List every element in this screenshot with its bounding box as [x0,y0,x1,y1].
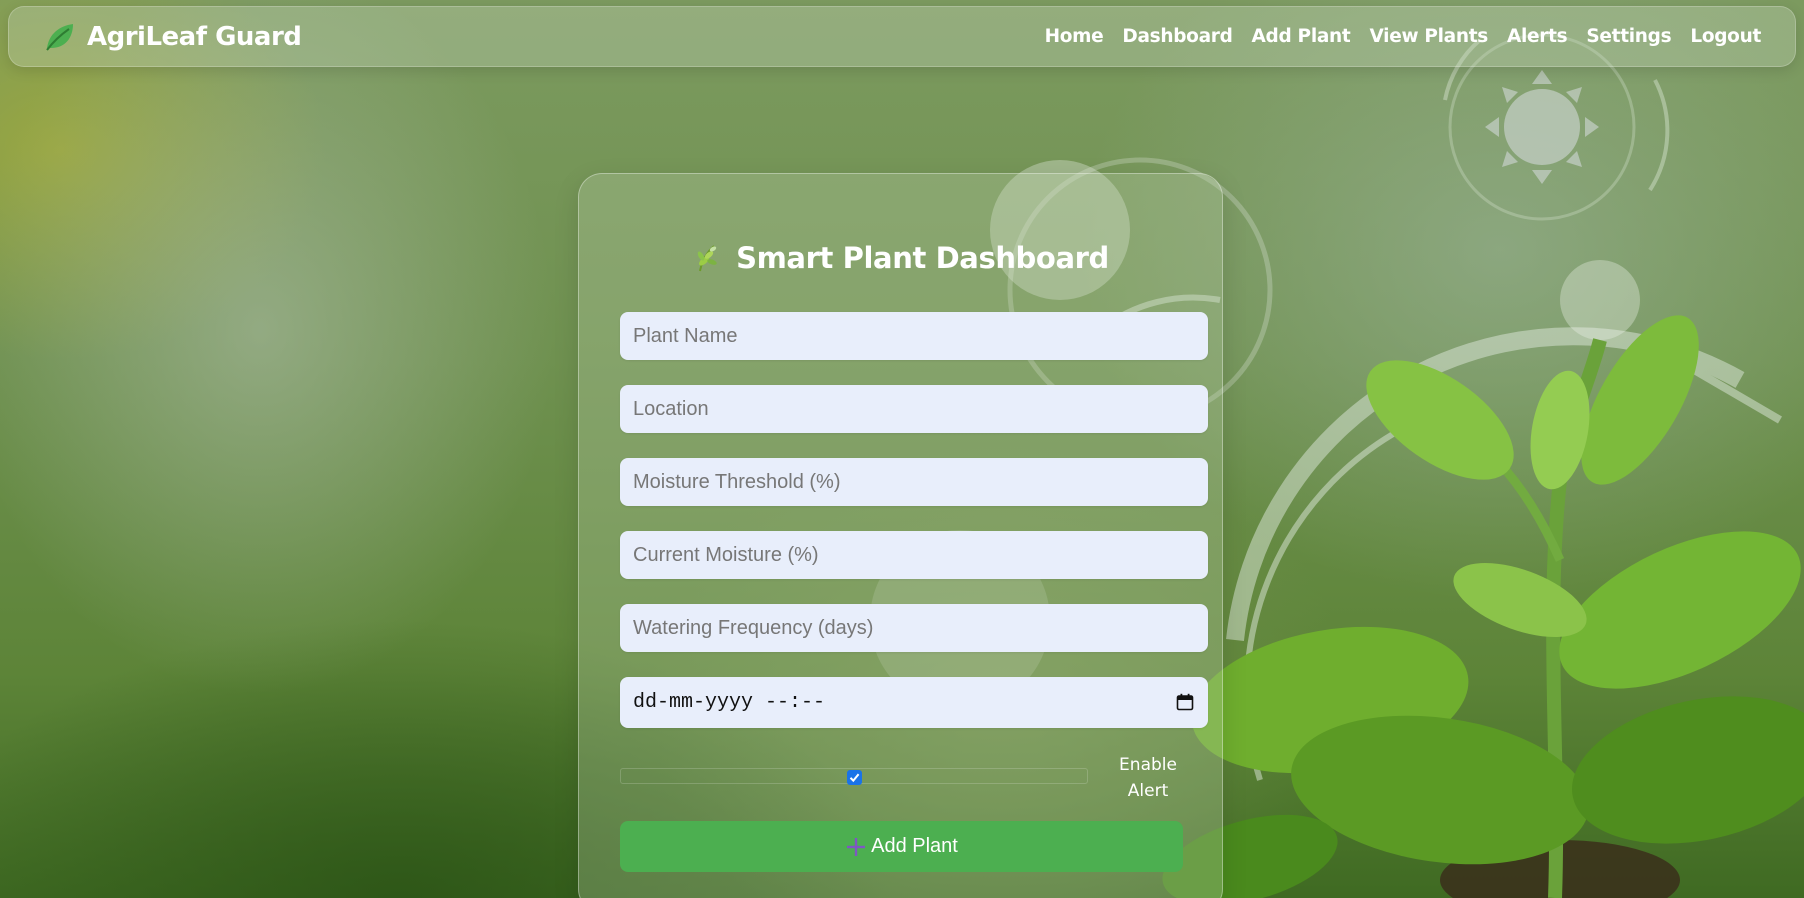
nav-link-home[interactable]: Home [1045,26,1104,47]
add-plant-form-card: Smart Plant Dashboard dd-mm-yyyy --:-- E… [578,173,1223,898]
brand-name: AgriLeaf Guard [87,21,302,52]
watering-frequency-input[interactable] [620,604,1208,652]
add-plant-button[interactable]: Add Plant [620,821,1183,872]
enable-alert-label-line2: Alert [1127,781,1169,801]
leaf-icon [43,20,77,54]
nav-link-add-plant[interactable]: Add Plant [1252,26,1351,47]
enable-alert-label: Enable Alert [1101,752,1195,804]
nav-links: Home Dashboard Add Plant View Plants Ale… [1026,26,1762,47]
nav-link-settings[interactable]: Settings [1586,26,1671,47]
herb-icon [692,243,722,273]
top-navbar: AgriLeaf Guard Home Dashboard Add Plant … [8,6,1796,67]
enable-alert-row [620,768,1088,785]
nav-link-alerts[interactable]: Alerts [1507,26,1568,47]
form-title: Smart Plant Dashboard [579,241,1222,275]
checkmark-icon [849,773,860,783]
location-input[interactable] [620,385,1208,433]
calendar-icon[interactable] [1176,693,1194,711]
date-time-input[interactable]: dd-mm-yyyy --:-- [620,677,1208,728]
enable-alert-label-line1: Enable [1119,755,1177,775]
plant-name-input[interactable] [620,312,1208,360]
nav-link-logout[interactable]: Logout [1690,26,1761,47]
plus-icon [847,837,866,856]
moisture-threshold-input[interactable] [620,458,1208,506]
brand[interactable]: AgriLeaf Guard [43,20,302,54]
nav-link-view-plants[interactable]: View Plants [1369,26,1488,47]
date-time-value: dd-mm-yyyy --:-- [633,691,826,714]
form-title-text: Smart Plant Dashboard [736,241,1109,275]
nav-link-dashboard[interactable]: Dashboard [1122,26,1232,47]
enable-alert-checkbox[interactable] [847,770,862,785]
current-moisture-input[interactable] [620,531,1208,579]
add-plant-button-label: Add Plant [871,835,958,857]
